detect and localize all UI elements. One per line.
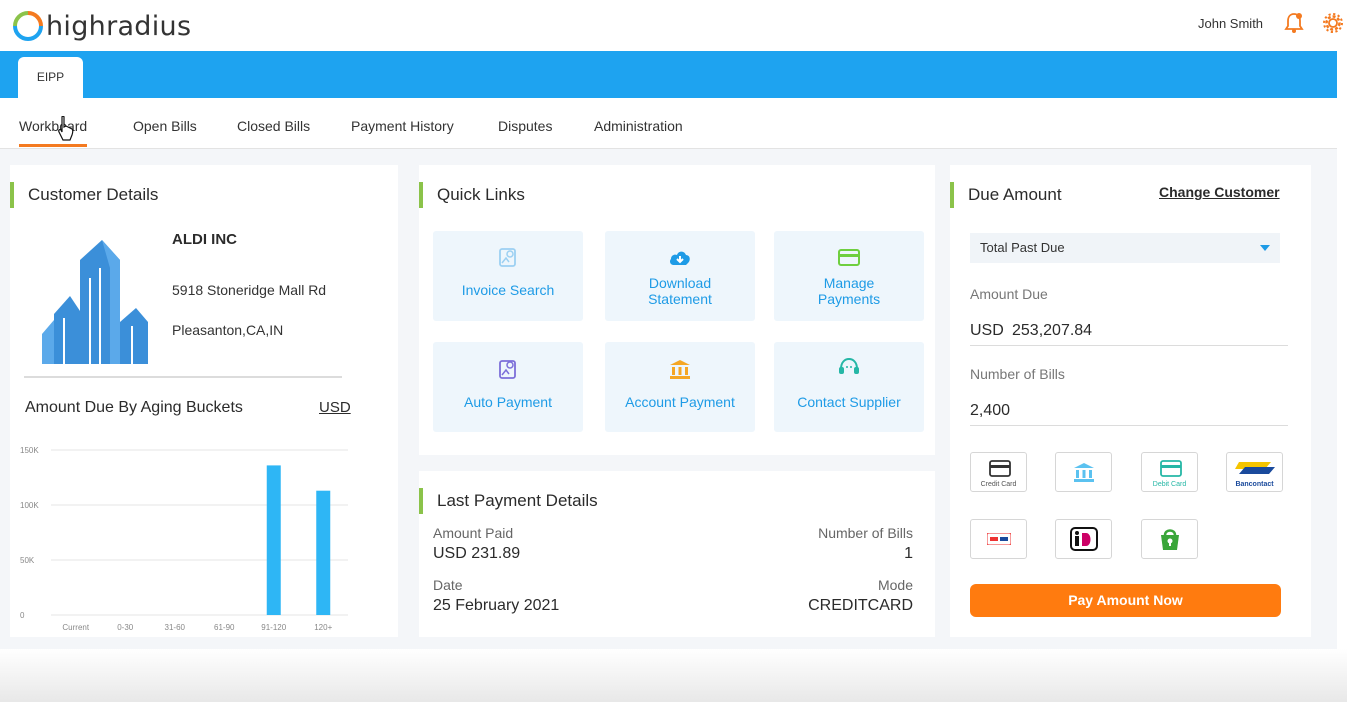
aging-chart: 0 50K 100K 150K Current 0-30 31-60 61-90 91-120 1… xyxy=(20,446,348,632)
shopping-bag-icon xyxy=(1161,529,1179,550)
payment-method-bancontact[interactable]: Bancontact xyxy=(1226,452,1283,492)
amount-due-currency: USD xyxy=(970,322,1004,339)
due-bills-value: 2,400 xyxy=(970,402,1011,419)
footer-area xyxy=(0,649,1347,702)
paypal-icon xyxy=(987,533,1011,545)
tab-administration[interactable]: Administration xyxy=(594,118,683,147)
quick-link-label: Invoice Search xyxy=(461,282,555,298)
debit-card-icon xyxy=(1160,460,1182,477)
top-bar: highradius John Smith xyxy=(0,0,1347,52)
payment-method-label: Bancontact xyxy=(1235,481,1274,488)
quick-links-title: Quick Links xyxy=(419,182,525,208)
y-tick-label: 0 xyxy=(20,611,25,620)
bell-icon[interactable] xyxy=(1284,12,1304,34)
quick-link-label: Manage xyxy=(823,275,875,291)
x-tick-label: 31-60 xyxy=(165,623,186,632)
field-underline xyxy=(970,425,1288,426)
due-filter-value: Total Past Due xyxy=(980,240,1065,255)
amount-paid-label: Amount Paid xyxy=(433,525,514,541)
payment-method-bank[interactable] xyxy=(1055,452,1112,492)
card-icon xyxy=(837,247,861,269)
divider xyxy=(24,376,342,378)
due-filter-select[interactable]: Total Past Due xyxy=(970,233,1280,263)
tab-open-bills[interactable]: Open Bills xyxy=(133,118,197,147)
quick-link-label: Contact Supplier xyxy=(797,394,901,410)
change-customer-link[interactable]: Change Customer xyxy=(1159,184,1280,200)
ideal-icon xyxy=(1070,527,1098,551)
tab-disputes[interactable]: Disputes xyxy=(498,118,552,147)
quick-link-label: Auto Payment xyxy=(464,394,552,410)
bar-120+[interactable] xyxy=(316,490,331,615)
quick-link-auto-payment[interactable]: Auto Payment xyxy=(433,342,583,432)
cursor-icon xyxy=(58,116,74,141)
field-underline xyxy=(970,345,1288,346)
due-amount-title: Due Amount xyxy=(950,182,1062,208)
customer-details-title: Customer Details xyxy=(10,182,158,208)
quick-link-manage-payments[interactable]: Manage Payments xyxy=(774,231,924,321)
payment-method-credit-card[interactable]: Credit Card xyxy=(970,452,1027,492)
customer-address: 5918 Stoneridge Mall Rd xyxy=(172,282,327,298)
auto-payment-icon xyxy=(496,358,520,380)
app-tab-bar xyxy=(0,51,1337,98)
logo-icon xyxy=(12,10,44,42)
logo[interactable]: highradius xyxy=(12,10,191,42)
quick-link-label: Statement xyxy=(648,291,712,307)
customer-name: ALDI INC xyxy=(172,231,237,248)
tab-closed-bills[interactable]: Closed Bills xyxy=(237,118,310,147)
due-bills-label: Number of Bills xyxy=(970,366,1065,382)
x-tick-label: 0-30 xyxy=(117,623,134,632)
x-tick-label: 91-120 xyxy=(261,623,286,632)
bank-icon xyxy=(668,358,692,380)
quick-link-invoice-search[interactable]: Invoice Search xyxy=(433,231,583,321)
quick-link-download-statement[interactable]: Download Statement xyxy=(605,231,755,321)
gear-icon[interactable] xyxy=(1322,12,1344,34)
bar-91-120[interactable] xyxy=(266,465,281,615)
currency-link[interactable]: USD xyxy=(319,399,351,416)
y-tick-label: 150K xyxy=(20,446,39,455)
mode-value: CREDITCARD xyxy=(808,597,913,614)
bank-icon xyxy=(1074,463,1094,482)
payment-method-ideal[interactable] xyxy=(1055,519,1112,559)
aging-chart-title: Amount Due By Aging Buckets xyxy=(25,399,243,416)
user-name[interactable]: John Smith xyxy=(1198,16,1263,31)
tab-workboard[interactable]: Workboard xyxy=(19,118,88,147)
bills-label: Number of Bills xyxy=(818,525,913,541)
payment-method-debit-card[interactable]: Debit Card xyxy=(1141,452,1198,492)
amount-due-label: Amount Due xyxy=(970,286,1048,302)
quick-link-label: Download xyxy=(648,275,712,291)
headset-icon xyxy=(837,356,861,378)
nav-tabs: Workboard Open Bills Closed Bills Paymen… xyxy=(0,98,1337,149)
building-icon xyxy=(40,238,152,366)
payment-method-shopping-bag[interactable] xyxy=(1141,519,1198,559)
bills-value: 1 xyxy=(904,545,913,562)
quick-link-account-payment[interactable]: Account Payment xyxy=(605,342,755,432)
credit-card-icon xyxy=(989,460,1011,477)
x-tick-label: 120+ xyxy=(314,623,332,632)
logo-text: highradius xyxy=(46,10,192,42)
quick-link-contact-supplier[interactable]: Contact Supplier xyxy=(774,342,924,432)
tab-payment-history[interactable]: Payment History xyxy=(351,118,454,147)
tab-eipp[interactable]: EIPP xyxy=(18,57,83,98)
x-tick-label: 61-90 xyxy=(214,623,235,632)
payment-method-label: Credit Card xyxy=(980,481,1017,488)
date-value: 25 February 2021 xyxy=(433,597,560,614)
amount-due-value: 253,207.84 xyxy=(1012,322,1093,339)
image-search-icon xyxy=(496,247,520,269)
amount-paid-value: USD 231.89 xyxy=(433,545,521,562)
last-payment-title: Last Payment Details xyxy=(419,488,598,514)
mode-label: Mode xyxy=(877,577,913,593)
quick-link-label: Payments xyxy=(817,291,881,307)
cloud-download-icon xyxy=(668,247,692,269)
chevron-down-icon xyxy=(1260,245,1270,251)
date-label: Date xyxy=(433,577,463,593)
y-tick-label: 100K xyxy=(20,501,39,510)
pay-amount-now-button[interactable]: Pay Amount Now xyxy=(970,584,1281,617)
x-tick-label: Current xyxy=(62,623,89,632)
bancontact-icon xyxy=(1235,462,1275,474)
payment-method-paypal[interactable] xyxy=(970,519,1027,559)
customer-city: Pleasanton,CA,IN xyxy=(172,322,284,338)
payment-method-label: Debit Card xyxy=(1152,481,1187,488)
y-tick-label: 50K xyxy=(20,556,35,565)
quick-link-label: Account Payment xyxy=(625,394,735,410)
